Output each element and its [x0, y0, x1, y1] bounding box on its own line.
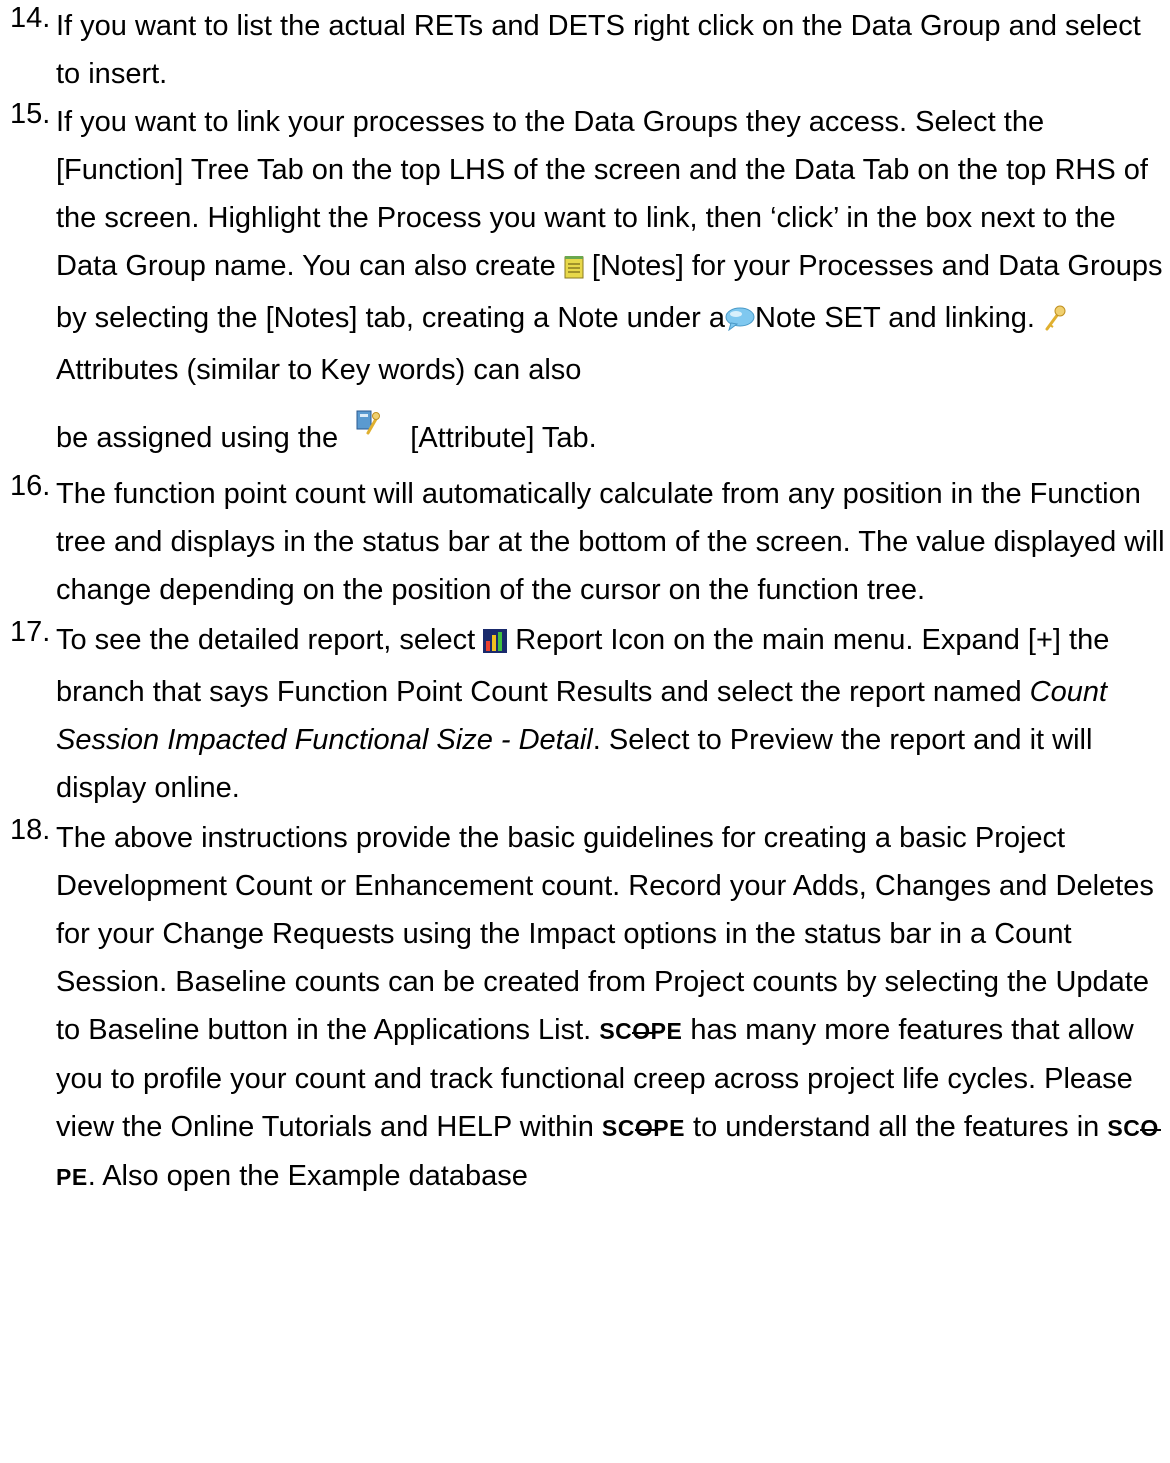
step-number: 16. [10, 470, 51, 502]
step-text-segment: Attributes (similar to Key words) can al… [56, 354, 582, 386]
list-item-15: 15. If you want to link your processes t… [0, 98, 1170, 462]
step-number: 18. [10, 814, 51, 846]
step-text: The function point count will automatica… [56, 478, 1165, 606]
step-text-segment: To see the detailed report, select [56, 624, 476, 656]
key-icon [1043, 298, 1067, 346]
step-number: 14. [10, 2, 51, 34]
list-item-16: 16. The function point count will automa… [0, 470, 1170, 614]
document-page: 14. If you want to list the actual RETs … [0, 2, 1170, 1463]
list-item-18: 18. The above instructions provide the b… [0, 814, 1170, 1201]
step-text-continuation: be assigned using the [Attribute] Tab. [56, 402, 1170, 462]
step-text: The above instructions provide the basic… [56, 814, 1170, 1201]
step-text: If you want to link your processes to th… [56, 98, 1170, 394]
step-text: To see the detailed report, select Repor… [56, 616, 1170, 812]
step-text-segment: be assigned using the [56, 422, 339, 454]
notes-icon [564, 246, 584, 294]
step-text-segment: . Also open the Example database [87, 1160, 528, 1192]
list-item-17: 17. To see the detailed report, select R… [0, 616, 1170, 812]
step-number: 15. [10, 98, 51, 130]
instruction-list: 14. If you want to list the actual RETs … [0, 2, 1170, 1201]
step-text: If you want to list the actual RETs and … [56, 10, 1141, 90]
scope-brand: SCOPE [602, 1115, 685, 1141]
step-text-segment: to understand all the features in [693, 1111, 1100, 1143]
attribute-tab-icon [354, 402, 381, 450]
speech-bubble-icon [725, 298, 755, 346]
list-item-14: 14. If you want to list the actual RETs … [0, 2, 1170, 98]
step-text-segment: Note SET and linking. [755, 302, 1035, 334]
scope-brand: SCOPE [599, 1018, 682, 1044]
step-number: 17. [10, 616, 51, 648]
step-text-segment: [Attribute] Tab. [410, 422, 597, 454]
step-text-segment: The above instructions provide the basic… [56, 822, 1154, 1046]
report-chart-icon [483, 620, 508, 668]
